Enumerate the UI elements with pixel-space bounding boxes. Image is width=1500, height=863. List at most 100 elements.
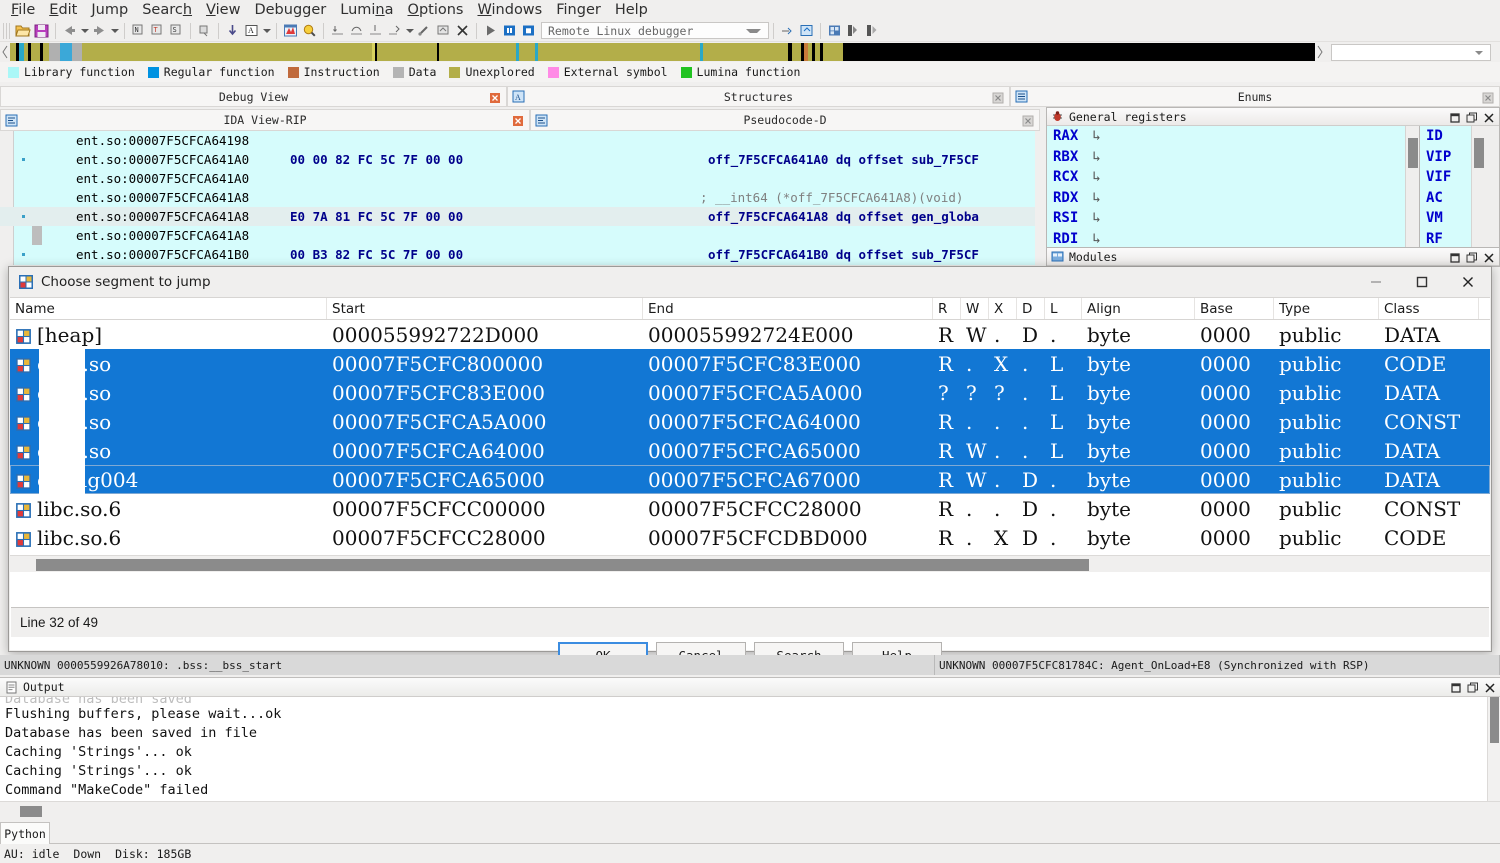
column-header-start[interactable]: Start	[327, 298, 643, 319]
process-attach-icon[interactable]	[798, 22, 815, 39]
scrollbar-thumb[interactable]	[36, 559, 1089, 571]
tab-structures[interactable]: A Structures	[507, 86, 1010, 107]
run-icon[interactable]	[482, 22, 499, 39]
jump-arrow-icon[interactable]: ↳	[1092, 190, 1100, 206]
column-header-x[interactable]: X	[989, 298, 1017, 319]
disassembly-line[interactable]: ent.so:00007F5CFCA641A8	[0, 226, 1035, 245]
maximize-icon[interactable]	[1466, 111, 1478, 123]
detach-icon[interactable]	[435, 22, 452, 39]
close-icon[interactable]	[1483, 111, 1495, 123]
disassembly-line[interactable]: ent.so:00007F5CFCA64198	[0, 131, 1035, 150]
flags-registers-list[interactable]: ID VIP VIF AC VM RF	[1419, 126, 1471, 251]
console-input[interactable]	[50, 822, 1500, 844]
table-row[interactable]: debug004 00007F5CFCA65000 00007F5CFCA670…	[10, 465, 1490, 494]
close-icon[interactable]	[1483, 251, 1495, 263]
step-icon[interactable]	[386, 22, 403, 39]
disassembly-view[interactable]: ent.so:00007F5CFCA64198 ent.so:00007F5CF…	[0, 131, 1035, 265]
output-vertical-scrollbar[interactable]	[1487, 697, 1500, 801]
close-icon[interactable]	[992, 91, 1004, 103]
tab-python[interactable]: Python	[0, 822, 50, 844]
column-header-name[interactable]: Name	[10, 298, 327, 319]
tab-ida-view-rip[interactable]: IDA View-RIP	[0, 109, 530, 131]
flag-row[interactable]: VIF	[1420, 167, 1471, 188]
type-icon[interactable]: T	[149, 22, 166, 39]
column-header-r[interactable]: R	[933, 298, 961, 319]
maximize-icon[interactable]	[1399, 267, 1445, 297]
step-over-icon[interactable]	[348, 22, 365, 39]
horizontal-scrollbar[interactable]	[10, 555, 1490, 572]
register-row[interactable]: RDX ↳	[1047, 188, 1405, 209]
forward-dropdown-icon[interactable]	[109, 22, 120, 39]
segment-list[interactable]: [heap] 000055992722D000 000055992724E000…	[10, 320, 1490, 572]
dialog-title-bar[interactable]: Choose segment to jump	[9, 267, 1491, 297]
menu-item-lumina[interactable]: Lumina	[333, 1, 400, 20]
flag-row[interactable]: VM	[1420, 208, 1471, 229]
jump-arrow-icon[interactable]: ↳	[1092, 210, 1100, 226]
scrollbar-thumb[interactable]	[1490, 697, 1499, 743]
register-row[interactable]: RBX ↳	[1047, 147, 1405, 168]
toolbar-grip[interactable]	[3, 22, 10, 39]
jump-arrow-icon[interactable]: ↳	[1092, 231, 1100, 247]
restore-icon[interactable]	[1449, 251, 1461, 263]
nav-jump-combo[interactable]	[1331, 43, 1491, 61]
nav-right-arrow[interactable]	[1315, 43, 1325, 61]
column-header-align[interactable]: Align	[1082, 298, 1195, 319]
breakpoint-list-icon[interactable]	[864, 22, 881, 39]
register-row[interactable]: RSI ↳	[1047, 208, 1405, 229]
text-view-dropdown-icon[interactable]	[261, 22, 272, 39]
menu-item-debugger[interactable]: Debugger	[247, 1, 333, 20]
flag-row[interactable]: ID	[1420, 126, 1471, 147]
close-icon[interactable]	[1484, 681, 1496, 693]
close-icon[interactable]	[512, 114, 524, 126]
pause-icon[interactable]	[501, 22, 518, 39]
menu-item-edit[interactable]: Edit	[42, 1, 84, 20]
trace-dropdown-icon[interactable]	[404, 22, 415, 39]
menu-item-file[interactable]: File	[4, 1, 42, 20]
terminate-icon[interactable]	[454, 22, 471, 39]
column-header-class[interactable]: Class	[1379, 298, 1479, 319]
restore-icon[interactable]	[1450, 681, 1462, 693]
column-header-w[interactable]: W	[961, 298, 989, 319]
table-row[interactable]: gent.so 00007F5CFC800000 00007F5CFC83E00…	[10, 349, 1490, 378]
menu-item-windows[interactable]: Windows	[470, 1, 549, 20]
flag-row[interactable]: AC	[1420, 188, 1471, 209]
minimize-icon[interactable]	[1353, 267, 1399, 297]
table-row[interactable]: libc.so.6 00007F5CFCC28000 00007F5CFCDBD…	[10, 523, 1490, 552]
disassembly-line[interactable]: ent.so:00007F5CFCA641A0	[0, 169, 1035, 188]
disassembly-line[interactable]: ent.so:00007F5CFCA641A8 ; __int64 (*off_…	[0, 188, 1035, 207]
output-horizontal-scrollbar[interactable]	[0, 801, 1500, 820]
module-list-icon[interactable]	[826, 22, 843, 39]
menu-item-finger[interactable]: Finger	[549, 1, 608, 20]
debugger-selector[interactable]: Remote Linux debugger	[541, 22, 769, 39]
table-row[interactable]: gent.so 00007F5CFC83E000 00007F5CFCA5A00…	[10, 378, 1490, 407]
table-row[interactable]: gent.so 00007F5CFCA64000 00007F5CFCA6500…	[10, 436, 1490, 465]
down-arrow-icon[interactable]	[224, 22, 241, 39]
xref-icon[interactable]	[196, 22, 213, 39]
column-header-base[interactable]: Base	[1195, 298, 1274, 319]
tab-enums[interactable]: Enums	[1010, 86, 1500, 107]
graph-icon[interactable]	[282, 22, 299, 39]
back-arrow-icon[interactable]	[61, 22, 78, 39]
menu-item-jump[interactable]: Jump	[84, 1, 135, 20]
table-row[interactable]: libc.so.6 00007F5CFCC00000 00007F5CFCC28…	[10, 494, 1490, 523]
close-icon[interactable]	[1482, 91, 1494, 103]
tab-debug-view[interactable]: Debug View	[0, 86, 507, 107]
maximize-icon[interactable]	[1467, 681, 1479, 693]
thread-list-icon[interactable]	[845, 22, 862, 39]
menu-item-view[interactable]: View	[199, 1, 247, 20]
save-icon[interactable]	[33, 22, 50, 39]
disassembly-line[interactable]: ent.so:00007F5CFCA641B0 00 B3 82 FC 5C 7…	[0, 245, 1035, 264]
column-header-d[interactable]: D	[1017, 298, 1045, 319]
flags-vertical-scrollbar[interactable]	[1471, 126, 1499, 251]
struct-icon[interactable]: S	[168, 22, 185, 39]
flag-row[interactable]: VIP	[1420, 147, 1471, 168]
flag-row[interactable]: RF	[1420, 229, 1471, 250]
menu-item-options[interactable]: Options	[401, 1, 471, 20]
disassembly-line[interactable]: ent.so:00007F5CFCA641A0 00 00 82 FC 5C 7…	[0, 150, 1035, 169]
open-folder-icon[interactable]	[14, 22, 31, 39]
scrollbar-thumb[interactable]	[1408, 138, 1418, 168]
text-view-icon[interactable]: A	[243, 22, 260, 39]
menu-item-search[interactable]: Search	[135, 1, 199, 20]
register-row[interactable]: RCX ↳	[1047, 167, 1405, 188]
attach-icon[interactable]	[416, 22, 433, 39]
